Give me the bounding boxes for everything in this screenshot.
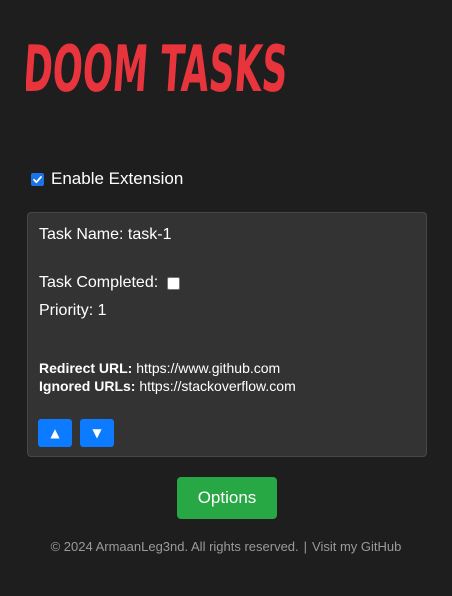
move-down-button[interactable]: ▼ [80,419,114,447]
ignored-urls-label: Ignored URLs: [39,378,136,394]
arrow-down-icon: ▼ [92,426,102,440]
task-name: Task Name: task-1 [39,226,172,243]
redirect-url-row: Redirect URL: https://www.github.com [39,360,280,376]
github-link[interactable]: Visit my GitHub [312,539,401,554]
enable-extension-row[interactable]: Enable Extension [31,169,183,189]
footer-separator: | [303,539,308,554]
redirect-url-value: https://www.github.com [136,360,281,376]
task-card: Task Name: task-1 Task Completed: Priori… [27,212,427,457]
move-up-button[interactable]: ▲ [38,419,72,447]
arrow-up-icon: ▲ [50,426,60,440]
doom-tasks-logo: DOOM TASKS [26,33,296,99]
enable-extension-checkbox[interactable] [31,172,44,186]
popup-page: DOOM TASKS Enable Extension Task Name: t… [0,0,452,596]
options-button[interactable]: Options [177,477,277,519]
checkmark-icon [33,175,42,183]
task-completed-label: Task Completed: [39,274,159,291]
enable-extension-label: Enable Extension [51,169,184,188]
task-completed-row: Task Completed: [39,274,181,292]
copyright-text: © 2024 ArmaanLeg3nd. All rights reserved… [50,539,299,554]
ignored-urls-row: Ignored URLs: https://stackoverflow.com [39,378,296,394]
logo-text: DOOM TASKS [26,33,290,99]
task-completed-checkbox[interactable] [167,276,181,290]
redirect-url-label: Redirect URL: [39,360,133,376]
footer: © 2024 ArmaanLeg3nd. All rights reserved… [0,539,452,554]
task-priority: Priority: 1 [39,302,107,319]
ignored-urls-value: https://stackoverflow.com [139,378,296,394]
